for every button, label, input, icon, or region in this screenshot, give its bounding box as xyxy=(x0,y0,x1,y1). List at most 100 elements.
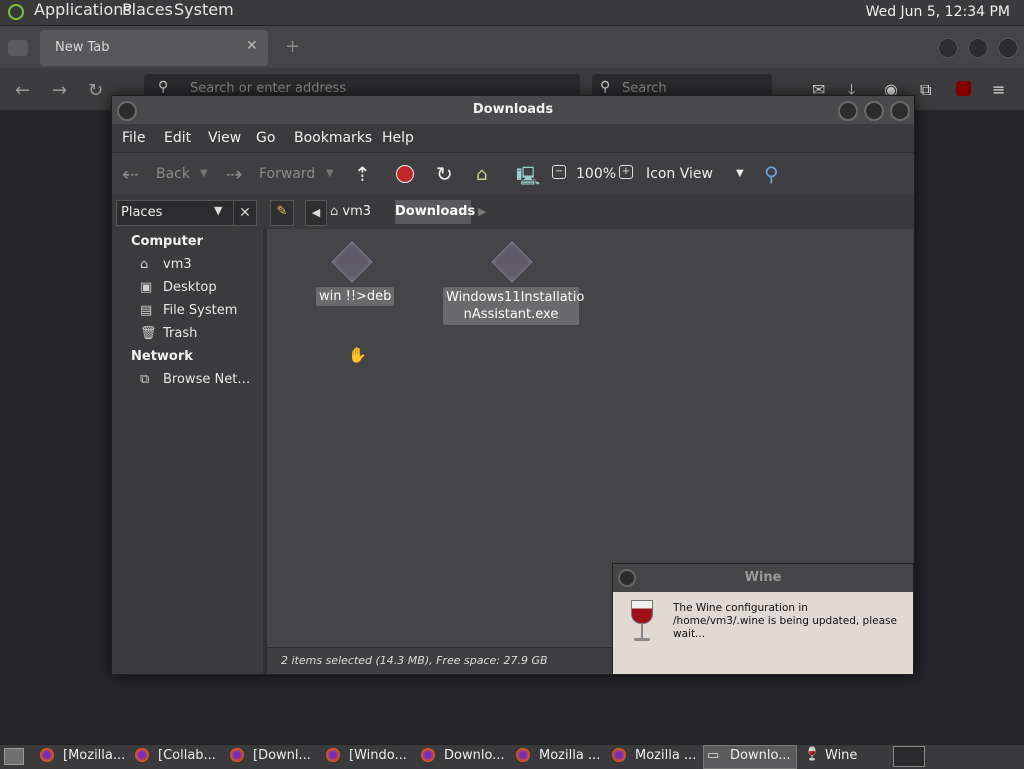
dialog-title: Wine xyxy=(613,564,913,592)
task-button[interactable]: [Collab... xyxy=(158,746,216,766)
chevron-down-icon[interactable]: ▼ xyxy=(736,168,744,179)
folder-icon: ▭ xyxy=(707,748,720,763)
forward-button[interactable]: Forward xyxy=(259,166,315,182)
menu-system[interactable]: System xyxy=(174,0,234,19)
browser-close-button[interactable] xyxy=(998,38,1018,58)
zoom-level: 100% xyxy=(576,166,617,182)
task-button[interactable]: Mozilla ... xyxy=(539,746,600,766)
task-button[interactable]: Wine xyxy=(825,746,857,766)
up-arrow-icon[interactable]: ⇡ xyxy=(354,162,371,186)
reload-icon[interactable]: ↻ xyxy=(436,162,453,186)
hamburger-menu-icon[interactable]: ≡ xyxy=(992,80,1005,99)
zoom-in-icon[interactable]: + xyxy=(619,165,633,179)
task-button[interactable]: [Windo... xyxy=(349,746,407,766)
edit-location-icon[interactable]: ✎ xyxy=(270,200,294,226)
status-text: 2 items selected (14.3 MB), Free space: … xyxy=(281,654,548,667)
menu-view[interactable]: View xyxy=(208,130,241,146)
show-desktop-icon[interactable] xyxy=(4,748,24,765)
back-button[interactable]: Back xyxy=(156,166,190,182)
task-button[interactable]: Mozilla ... xyxy=(635,746,696,766)
breadcrumb-label: vm3 xyxy=(342,204,372,219)
task-button[interactable]: [Downl... xyxy=(253,746,311,766)
sidebar-item-vm3[interactable]: vm3 xyxy=(163,257,192,272)
forward-arrow-icon[interactable]: ⇢ xyxy=(226,162,243,186)
stop-icon[interactable] xyxy=(396,165,414,183)
forward-arrow-icon[interactable]: → xyxy=(52,80,67,101)
sidebar-header-computer: Computer xyxy=(131,234,204,249)
breadcrumb-left-arrow-icon[interactable]: ◀ xyxy=(305,200,327,226)
close-icon[interactable]: ✕ xyxy=(246,38,258,54)
window-title: Downloads xyxy=(112,96,914,124)
firefox-icon xyxy=(135,748,149,762)
firefox-icon xyxy=(612,748,626,762)
menu-applications[interactable]: Applications xyxy=(34,0,132,19)
chevron-down-icon[interactable]: ▼ xyxy=(214,204,222,217)
task-button[interactable]: Downlo... xyxy=(444,746,505,766)
search-placeholder: Search xyxy=(622,81,667,96)
firefox-icon xyxy=(326,748,340,762)
chevron-down-icon[interactable]: ▼ xyxy=(326,168,334,179)
breadcrumb-downloads[interactable]: Downloads xyxy=(395,200,475,224)
breadcrumb-vm3[interactable]: ⌂ vm3 xyxy=(330,200,388,224)
sidebar-item-file-system[interactable]: File System xyxy=(163,303,237,318)
menu-edit[interactable]: Edit xyxy=(164,130,191,146)
close-sidebar-icon[interactable]: ✕ xyxy=(233,200,257,226)
browser-minimize-button[interactable] xyxy=(938,38,958,58)
sidebar-item-desktop[interactable]: Desktop xyxy=(163,280,217,295)
workspace-switcher[interactable] xyxy=(893,746,925,767)
sidebar-item-trash[interactable]: Trash xyxy=(163,326,197,341)
menu-help[interactable]: Help xyxy=(382,130,414,146)
browser-tab-title: New Tab xyxy=(55,40,110,55)
taskbar xyxy=(0,744,1024,769)
search-icon: ⚲ xyxy=(158,79,169,95)
close-button[interactable] xyxy=(890,101,910,121)
home-folder-icon[interactable]: ⌂ xyxy=(476,164,487,185)
sidebar-item-browse-network[interactable]: Browse Net… xyxy=(163,372,250,387)
clock[interactable]: Wed Jun 5, 12:34 PM xyxy=(866,4,1010,20)
task-button-active[interactable]: Downlo... xyxy=(730,746,791,766)
tab-overview-icon[interactable] xyxy=(8,40,28,56)
dialog-message: The Wine configuration in /home/vm3/.win… xyxy=(673,602,897,640)
file-label-line: Windows11Installatio xyxy=(446,290,585,305)
wine-glass-icon: 🍷 xyxy=(804,747,821,762)
ublock-icon[interactable] xyxy=(956,81,971,96)
home-folder-icon: ⌂ xyxy=(140,257,149,272)
wine-dialog: Wine The Wine configuration in /home/vm3… xyxy=(612,563,914,675)
back-arrow-icon[interactable]: ⇠ xyxy=(122,162,139,186)
task-button[interactable]: [Mozilla... xyxy=(63,746,125,766)
wine-glass-icon xyxy=(629,600,653,646)
home-folder-icon: ⌂ xyxy=(330,204,339,219)
firefox-icon xyxy=(516,748,530,762)
file-label-windows11-installer[interactable]: Windows11Installatio nAssistant.exe xyxy=(443,287,585,325)
chevron-down-icon[interactable]: ▼ xyxy=(200,168,208,179)
extensions-icon[interactable]: ⧉ xyxy=(920,80,931,100)
desktop-folder-icon: ▣ xyxy=(140,280,153,295)
firefox-icon xyxy=(40,748,54,762)
new-tab-icon[interactable]: + xyxy=(285,36,300,57)
back-arrow-icon[interactable]: ← xyxy=(15,80,30,101)
window-menu-button[interactable] xyxy=(117,101,137,121)
network-icon: ⧉ xyxy=(140,372,150,387)
computer-icon[interactable]: 🖳 xyxy=(516,164,540,194)
places-sidebar xyxy=(112,229,264,674)
menu-places[interactable]: Places xyxy=(122,0,173,19)
file-label-win-deb[interactable]: win !!>deb xyxy=(316,287,395,306)
sidebar-header-network: Network xyxy=(131,349,193,364)
breadcrumb-right-arrow-icon[interactable]: ▶ xyxy=(478,200,494,224)
firefox-icon xyxy=(230,748,244,762)
search-icon[interactable]: ⚲ xyxy=(764,162,779,186)
menu-file[interactable]: File xyxy=(122,130,145,146)
view-mode-select[interactable]: Icon View xyxy=(646,166,713,182)
reload-icon[interactable]: ↻ xyxy=(88,80,103,101)
file-label-line: nAssistant.exe xyxy=(463,307,559,322)
minimize-button[interactable] xyxy=(838,101,858,121)
maximize-button[interactable] xyxy=(864,101,884,121)
zoom-out-icon[interactable]: − xyxy=(552,165,566,179)
applications-logo-icon[interactable] xyxy=(8,4,24,20)
firefox-icon xyxy=(421,748,435,762)
window-menu-button[interactable] xyxy=(618,569,636,587)
browser-maximize-button[interactable] xyxy=(968,38,988,58)
hand-cursor-icon: ✋ xyxy=(348,346,367,364)
menu-go[interactable]: Go xyxy=(256,130,275,146)
menu-bookmarks[interactable]: Bookmarks xyxy=(294,130,372,146)
